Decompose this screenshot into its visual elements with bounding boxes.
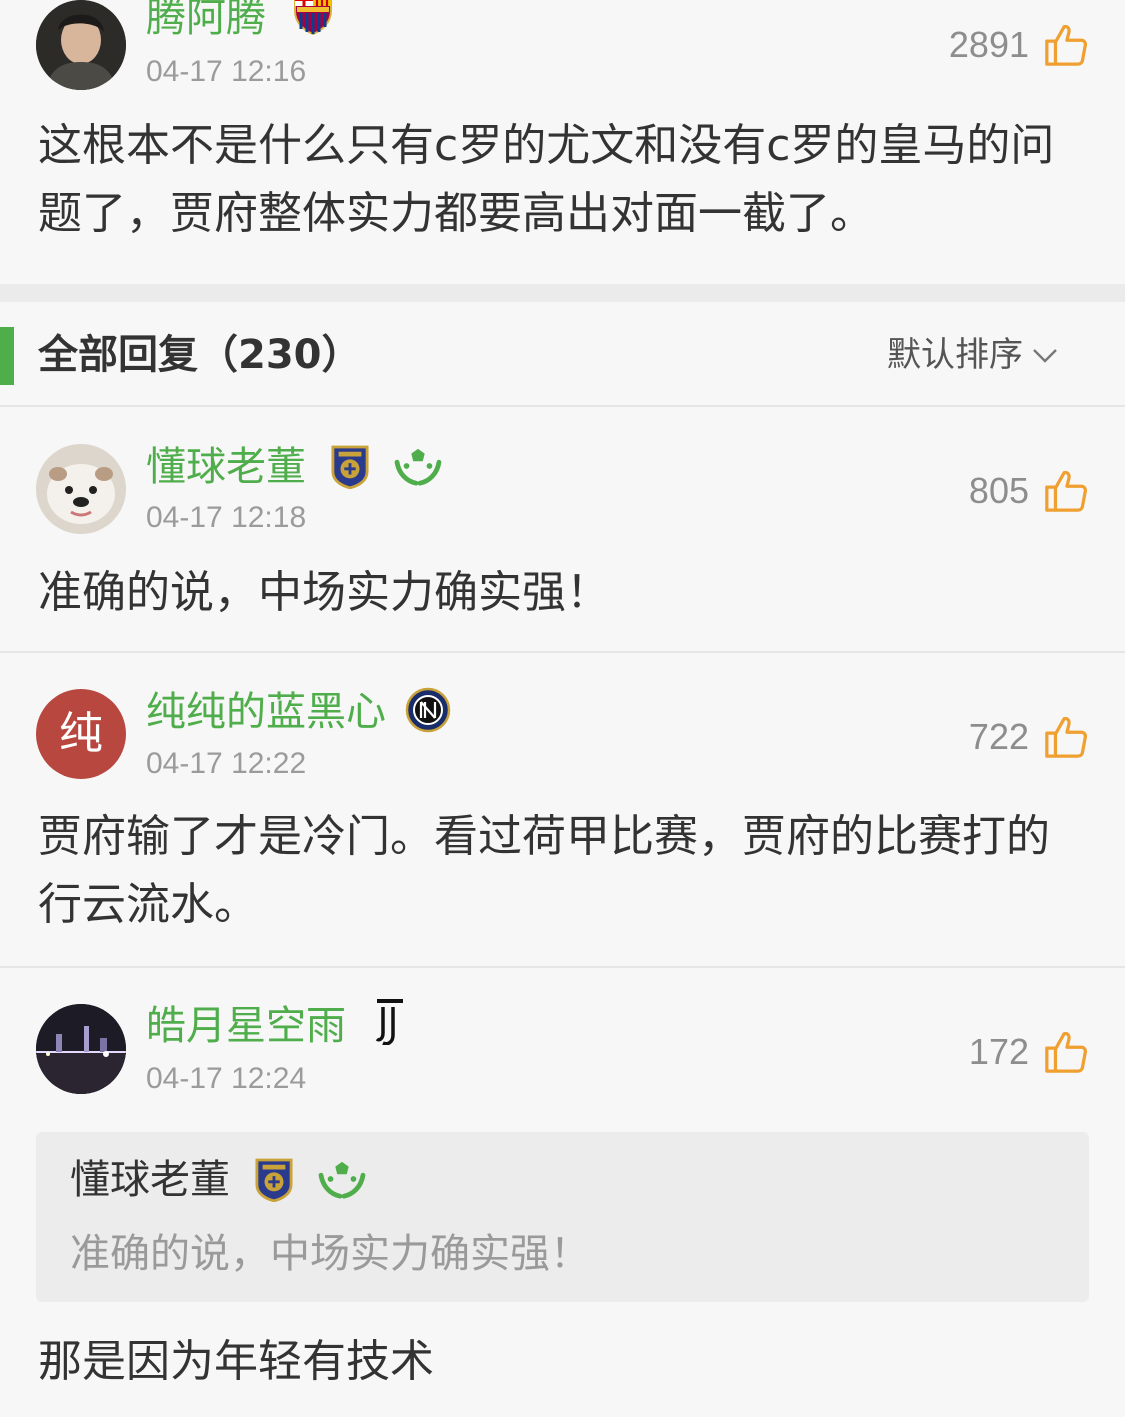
top-comment: 腾阿腾 04-17 12:16 2891 这根本不是什么只有c罗的尤文和没有c罗… — [0, 0, 1125, 284]
like-area[interactable]: 2891 — [949, 20, 1089, 70]
like-area[interactable]: 722 — [969, 712, 1089, 762]
quoted-username: 懂球老董 — [70, 1154, 367, 1206]
section-accent-bar — [0, 327, 14, 385]
thumbs-up-icon[interactable] — [1043, 714, 1089, 760]
comment-text: 这根本不是什么只有c罗的尤文和没有c罗的皇马的问题了，贾府整体实力都要高出对面一… — [38, 120, 1055, 239]
username[interactable]: 纯纯的蓝黑心 — [146, 687, 451, 736]
reply-item: 懂球老董 04-17 12:18 805 准确的说，中场实力确实强！ — [0, 407, 1125, 651]
suning-crest-icon — [255, 1156, 293, 1202]
username[interactable]: 懂球老董 — [146, 443, 443, 491]
inter-crest-icon — [405, 687, 450, 733]
sort-dropdown[interactable]: 默认排序 — [887, 332, 1059, 378]
timestamp: 04-17 12:24 — [146, 1062, 307, 1095]
fcb-crest-icon — [293, 0, 332, 35]
timestamp: 04-17 12:18 — [146, 501, 307, 534]
like-area[interactable]: 805 — [969, 466, 1089, 516]
reply-item: 皓月星空雨 04-17 12:24 172 懂球老董 准确的说，中场实力确实强！… — [0, 968, 1125, 1417]
username[interactable]: 皓月星空雨 — [146, 999, 405, 1050]
green-hands-ball-icon — [317, 1158, 367, 1200]
comment-text: 准确的说，中场实力确实强！ — [38, 567, 610, 618]
comment-text: 贾府输了才是冷门。看过荷甲比赛，贾府的比赛打的行云流水。 — [38, 811, 1050, 930]
avatar[interactable] — [36, 1004, 126, 1094]
section-divider — [0, 284, 1125, 302]
green-hands-ball-icon — [393, 445, 443, 487]
username[interactable]: 腾阿腾 — [146, 0, 335, 42]
like-count: 722 — [968, 716, 1029, 757]
like-count: 2891 — [948, 24, 1029, 65]
replies-header: 全部回复（230） 默认排序 — [0, 302, 1125, 406]
reply-item: 纯 纯纯的蓝黑心 04-17 12:22 722 贾府输了才是冷门。看过荷甲比赛… — [0, 653, 1125, 966]
quoted-text: 准确的说，中场实力确实强！ — [70, 1231, 590, 1277]
quoted-reply[interactable]: 懂球老董 准确的说，中场实力确实强！ — [36, 1132, 1089, 1302]
like-count: 172 — [968, 1031, 1029, 1072]
avatar[interactable] — [36, 444, 126, 534]
like-area[interactable]: 172 — [969, 1027, 1089, 1077]
replies-title: 全部回复（230） — [38, 332, 362, 378]
chevron-down-icon — [1033, 349, 1057, 363]
avatar-letter: 纯 — [59, 708, 103, 759]
suning-crest-icon — [331, 443, 369, 489]
thumbs-up-icon[interactable] — [1043, 1029, 1089, 1075]
avatar[interactable]: 纯 — [36, 689, 126, 779]
thumbs-up-icon[interactable] — [1043, 468, 1089, 514]
timestamp: 04-17 12:16 — [146, 55, 307, 88]
avatar[interactable] — [36, 0, 126, 90]
like-count: 805 — [968, 470, 1029, 511]
timestamp: 04-17 12:22 — [146, 747, 307, 780]
comment-text: 那是因为年轻有技术 — [38, 1336, 434, 1387]
thumbs-up-icon[interactable] — [1043, 22, 1089, 68]
juventus-logo-icon — [375, 999, 403, 1045]
sort-label: 默认排序 — [887, 335, 1023, 375]
